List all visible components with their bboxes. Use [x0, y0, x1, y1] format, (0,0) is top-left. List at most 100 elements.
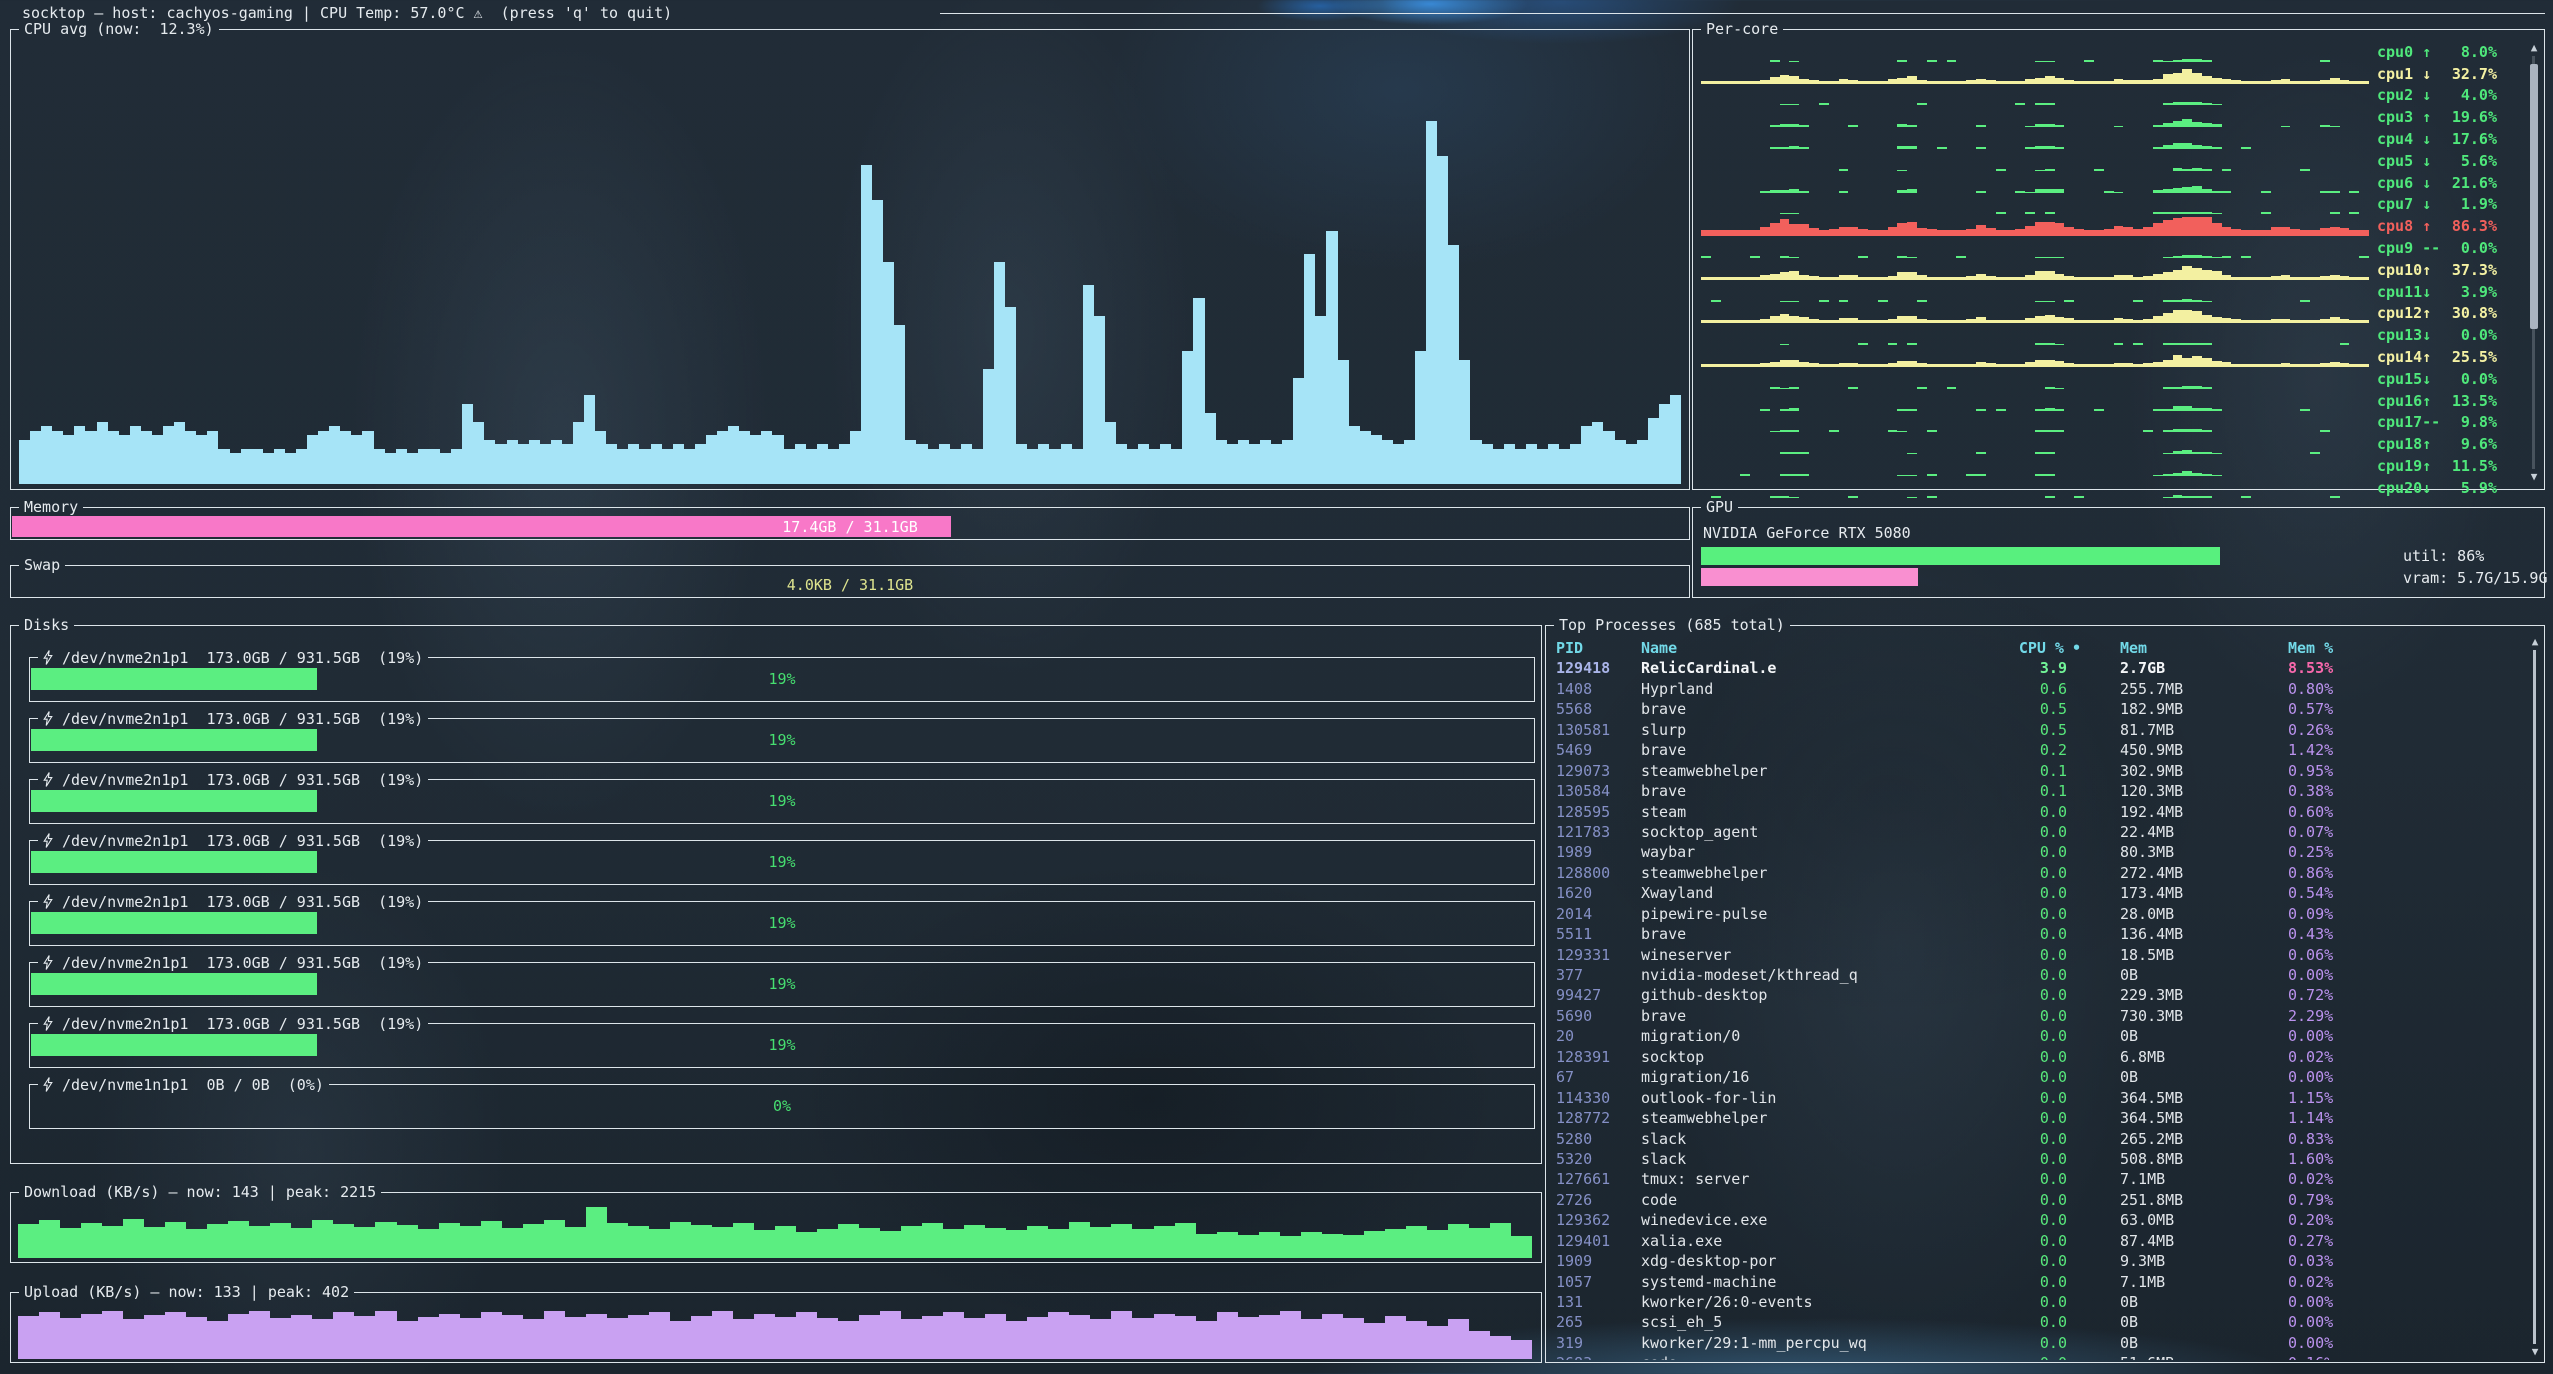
- process-cpu: 0.0: [2003, 985, 2081, 1005]
- process-name: slurp: [1641, 720, 2003, 740]
- process-row[interactable]: 1909xdg-desktop-por0.09.3MB0.03%: [1556, 1251, 2518, 1271]
- col-mem[interactable]: Mem: [2081, 638, 2252, 658]
- process-cpu: 0.0: [2003, 1272, 2081, 1292]
- process-mem: 0B: [2081, 1292, 2252, 1312]
- process-row[interactable]: 129073steamwebhelper0.1302.9MB0.95%: [1556, 761, 2518, 781]
- core-label: cpu9 --0.0%: [2377, 239, 2497, 257]
- process-row[interactable]: 128391socktop0.06.8MB0.02%: [1556, 1047, 2518, 1067]
- scroll-up-icon[interactable]: ▲: [2527, 42, 2541, 54]
- process-row[interactable]: 1057systemd-machine0.07.1MB0.02%: [1556, 1272, 2518, 1292]
- process-row[interactable]: 5320slack0.0508.8MB1.60%: [1556, 1149, 2518, 1169]
- process-mem-pct: 0.16%: [2252, 1353, 2518, 1360]
- process-row[interactable]: 5511brave0.0136.4MB0.43%: [1556, 924, 2518, 944]
- process-mem: 9.3MB: [2081, 1251, 2252, 1271]
- scrollbar-thumb[interactable]: [2530, 64, 2538, 329]
- scroll-down-icon[interactable]: ▼: [2527, 471, 2541, 483]
- core-sparkline: [1701, 325, 2369, 345]
- process-row[interactable]: 127661tmux: server0.07.1MB0.02%: [1556, 1169, 2518, 1189]
- disk-box: /dev/nvme2n1p1 173.0GB / 931.5GB (19%)19…: [29, 711, 1535, 763]
- process-cpu: 0.0: [2003, 1312, 2081, 1332]
- process-row[interactable]: 5690brave0.0730.3MB2.29%: [1556, 1006, 2518, 1026]
- process-name: brave: [1641, 1006, 2003, 1026]
- core-row: cpu4 ↓17.6%: [1701, 128, 2514, 150]
- process-row[interactable]: 130584brave0.1120.3MB0.38%: [1556, 781, 2518, 801]
- disk-legend-text: /dev/nvme1n1p1 0B / 0B (0%): [62, 1078, 324, 1092]
- process-mem-pct: 0.00%: [2252, 1312, 2518, 1332]
- process-row[interactable]: 2014pipewire-pulse0.028.0MB0.09%: [1556, 904, 2518, 924]
- process-row[interactable]: 1620Xwayland0.0173.4MB0.54%: [1556, 883, 2518, 903]
- process-name: waybar: [1641, 842, 2003, 862]
- process-name: scsi_eh_5: [1641, 1312, 2003, 1332]
- process-mem-pct: 0.07%: [2252, 822, 2518, 842]
- process-row[interactable]: 5568brave0.5182.9MB0.57%: [1556, 699, 2518, 719]
- process-row[interactable]: 67migration/160.00B0.00%: [1556, 1067, 2518, 1087]
- cpu-avg-panel: CPU avg (now: 12.3%): [10, 22, 1690, 490]
- process-mem: 302.9MB: [2081, 761, 2252, 781]
- process-row[interactable]: 129401xalia.exe0.087.4MB0.27%: [1556, 1231, 2518, 1251]
- disks-panel: Disks /dev/nvme2n1p1 173.0GB / 931.5GB (…: [10, 618, 1542, 1164]
- col-name[interactable]: Name: [1641, 638, 2003, 658]
- scroll-down-icon[interactable]: ▼: [2528, 1346, 2542, 1358]
- process-row[interactable]: 2726code0.0251.8MB0.79%: [1556, 1190, 2518, 1210]
- process-name: code: [1641, 1353, 2003, 1360]
- process-row[interactable]: 129331wineserver0.018.5MB0.06%: [1556, 945, 2518, 965]
- disk-legend: /dev/nvme2n1p1 173.0GB / 931.5GB (19%): [38, 650, 428, 665]
- process-row[interactable]: 2683code0.051.6MB0.16%: [1556, 1353, 2518, 1360]
- core-row: cpu17--9.8%: [1701, 412, 2514, 434]
- process-row[interactable]: 130581slurp0.581.7MB0.26%: [1556, 720, 2518, 740]
- core-sparkline: [1701, 282, 2369, 302]
- core-sparkline: [1701, 391, 2369, 411]
- process-mem: 0B: [2081, 1333, 2252, 1353]
- core-label: cpu6 ↓21.6%: [2377, 174, 2497, 192]
- process-row[interactable]: 131kworker/26:0-events0.00B0.00%: [1556, 1292, 2518, 1312]
- disk-legend-text: /dev/nvme2n1p1 173.0GB / 931.5GB (19%): [62, 895, 423, 909]
- scrollbar-track[interactable]: [2533, 650, 2536, 1344]
- process-row[interactable]: 128800steamwebhelper0.0272.4MB0.86%: [1556, 863, 2518, 883]
- per-core-scrollbar[interactable]: ▲ ▼: [2527, 42, 2541, 483]
- process-name: nvidia-modeset/kthread_q: [1641, 965, 2003, 985]
- process-row[interactable]: 121783socktop_agent0.022.4MB0.07%: [1556, 822, 2518, 842]
- process-row[interactable]: 5280slack0.0265.2MB0.83%: [1556, 1129, 2518, 1149]
- swap-meter: 4.0KB / 31.1GB: [12, 574, 1688, 595]
- process-pid: 1057: [1556, 1272, 1641, 1292]
- download-chart: [18, 1200, 1532, 1258]
- core-label: cpu18↑9.6%: [2377, 435, 2497, 453]
- gpu-panel: GPU NVIDIA GeForce RTX 5080 util: 86% vr…: [1692, 500, 2545, 598]
- process-mem: 80.3MB: [2081, 842, 2252, 862]
- gpu-title: GPU: [1701, 500, 1738, 514]
- disk-box: /dev/nvme2n1p1 173.0GB / 931.5GB (19%)19…: [29, 894, 1535, 946]
- process-row[interactable]: 20migration/00.00B0.00%: [1556, 1026, 2518, 1046]
- process-name: Hyprland: [1641, 679, 2003, 699]
- process-cpu: 3.9: [2003, 658, 2081, 678]
- core-label: cpu8 ↑86.3%: [2377, 217, 2497, 235]
- process-mem: 229.3MB: [2081, 985, 2252, 1005]
- process-row[interactable]: 265scsi_eh_50.00B0.00%: [1556, 1312, 2518, 1332]
- process-scrollbar[interactable]: ▲ ▼: [2528, 636, 2542, 1358]
- process-row[interactable]: 128772steamwebhelper0.0364.5MB1.14%: [1556, 1108, 2518, 1128]
- process-mem: 450.9MB: [2081, 740, 2252, 760]
- process-name: steamwebhelper: [1641, 863, 2003, 883]
- process-table-header[interactable]: PID Name CPU %• Mem Mem %: [1556, 638, 2518, 658]
- process-row[interactable]: 129362winedevice.exe0.063.0MB0.20%: [1556, 1210, 2518, 1230]
- process-row[interactable]: 114330outlook-for-lin0.0364.5MB1.15%: [1556, 1088, 2518, 1108]
- process-mem: 192.4MB: [2081, 802, 2252, 822]
- process-row[interactable]: 129418RelicCardinal.e3.92.7GB8.53%: [1556, 658, 2518, 678]
- process-row[interactable]: 1989waybar0.080.3MB0.25%: [1556, 842, 2518, 862]
- col-mem-pct[interactable]: Mem %: [2252, 638, 2518, 658]
- col-pid[interactable]: PID: [1556, 638, 1641, 658]
- disk-box: /dev/nvme1n1p1 0B / 0B (0%)0%: [29, 1077, 1535, 1129]
- disk-usage-percent: 19%: [30, 729, 1534, 751]
- process-row[interactable]: 377nvidia-modeset/kthread_q0.00B0.00%: [1556, 965, 2518, 985]
- process-row[interactable]: 1408Hyprland0.6255.7MB0.80%: [1556, 679, 2518, 699]
- process-row[interactable]: 319kworker/29:1-mm_percpu_wq0.00B0.00%: [1556, 1333, 2518, 1353]
- core-row: cpu9 --0.0%: [1701, 237, 2514, 259]
- per-core-title: Per-core: [1701, 22, 1783, 36]
- core-row: cpu6 ↓21.6%: [1701, 172, 2514, 194]
- col-cpu[interactable]: CPU %•: [2003, 638, 2081, 658]
- process-row[interactable]: 128595steam0.0192.4MB0.60%: [1556, 802, 2518, 822]
- process-name: kworker/26:0-events: [1641, 1292, 2003, 1312]
- process-row[interactable]: 5469brave0.2450.9MB1.42%: [1556, 740, 2518, 760]
- scroll-up-icon[interactable]: ▲: [2528, 636, 2542, 648]
- process-mem: 136.4MB: [2081, 924, 2252, 944]
- process-row[interactable]: 99427github-desktop0.0229.3MB0.72%: [1556, 985, 2518, 1005]
